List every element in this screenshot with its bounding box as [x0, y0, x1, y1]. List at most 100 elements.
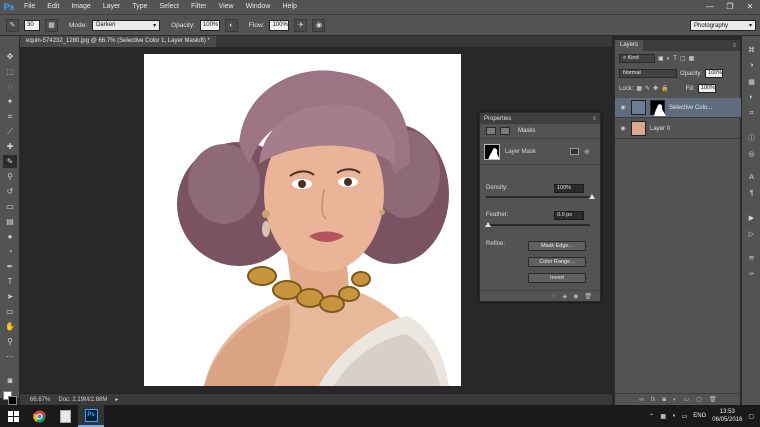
new-adjustment-icon[interactable]: ◐: [673, 397, 677, 403]
styles-panel-icon[interactable]: ⌗: [745, 108, 758, 119]
zoom-level[interactable]: 66.67%: [30, 397, 50, 403]
document-tab[interactable]: equin-574232_1280.jpg @ 66.7% (Selective…: [20, 36, 216, 47]
mask-edge-button[interactable]: Mask Edge...: [528, 241, 586, 251]
close-button[interactable]: ✕: [740, 0, 760, 14]
volume-icon[interactable]: ◖: [672, 413, 676, 419]
healing-tool-icon[interactable]: ✚: [3, 140, 17, 153]
chevron-up-icon[interactable]: ⌃: [649, 413, 654, 420]
lock-pixels-icon[interactable]: ✎: [645, 85, 650, 92]
layer-mask-thumbnail[interactable]: [484, 143, 500, 160]
language-indicator[interactable]: ENG: [693, 413, 706, 419]
panel-menu-icon[interactable]: ≡: [732, 43, 740, 49]
density-slider-thumb[interactable]: [588, 194, 595, 199]
shape-tool-icon[interactable]: ▭: [3, 305, 17, 318]
menu-view[interactable]: View: [213, 0, 240, 14]
opacity-pressure-icon[interactable]: ◐: [224, 18, 238, 32]
link-layers-icon[interactable]: ∞: [639, 397, 643, 403]
brush-size-field[interactable]: 30: [24, 19, 40, 31]
eraser-tool-icon[interactable]: ▭: [3, 200, 17, 213]
lasso-tool-icon[interactable]: ◌: [3, 80, 17, 93]
size-pressure-icon[interactable]: ◉: [312, 18, 326, 32]
document-canvas[interactable]: [144, 54, 461, 386]
brush-tool-icon[interactable]: ✎: [3, 155, 17, 168]
invert-button[interactable]: Invert: [528, 273, 586, 283]
filter-pixel-icon[interactable]: ▣: [658, 55, 664, 62]
paths-panel-icon[interactable]: ✑: [745, 268, 758, 279]
network-icon[interactable]: ▦: [660, 413, 666, 420]
paragraph-panel-icon[interactable]: ¶: [745, 188, 758, 199]
layers-tab[interactable]: Layers: [615, 40, 644, 51]
path-select-tool-icon[interactable]: ➤: [3, 290, 17, 303]
gradient-tool-icon[interactable]: ▤: [3, 215, 17, 228]
apply-mask-icon[interactable]: [570, 148, 579, 155]
menu-file[interactable]: File: [18, 0, 41, 14]
layer-style-icon[interactable]: fx: [651, 397, 656, 403]
battery-icon[interactable]: ▭: [682, 413, 688, 420]
menu-filter[interactable]: Filter: [185, 0, 213, 14]
feather-slider[interactable]: [484, 222, 590, 227]
type-tool-icon[interactable]: T: [3, 275, 17, 288]
mode-select[interactable]: Darken ▾: [92, 19, 161, 31]
crop-tool-icon[interactable]: ⌗: [3, 110, 17, 123]
vector-mask-add-icon[interactable]: ⊕: [584, 148, 594, 156]
move-tool-icon[interactable]: ✥: [3, 50, 17, 63]
delete-icon[interactable]: 🗑: [584, 293, 592, 300]
kind-filter-select[interactable]: ⌕ Kind: [619, 54, 655, 63]
menu-type[interactable]: Type: [126, 0, 153, 14]
properties-header[interactable]: Properties ≡: [480, 113, 600, 124]
new-group-icon[interactable]: ▭: [684, 396, 690, 403]
minimize-button[interactable]: —: [700, 0, 720, 14]
feather-slider-thumb[interactable]: [484, 222, 491, 227]
filter-adjustment-icon[interactable]: ◐: [667, 56, 671, 62]
brush-preset-icon[interactable]: ✎: [6, 18, 19, 32]
opacity-field[interactable]: 100%: [199, 19, 220, 31]
channels-panel-icon[interactable]: ≋: [745, 252, 758, 263]
menu-layer[interactable]: Layer: [97, 0, 127, 14]
info-panel-icon[interactable]: ⓘ: [745, 132, 758, 143]
workspace-select[interactable]: Photography ▾: [690, 20, 756, 31]
quick-select-tool-icon[interactable]: ✦: [3, 95, 17, 108]
clone-stamp-tool-icon[interactable]: ⚲: [3, 170, 17, 183]
lock-transparency-icon[interactable]: ▦: [636, 85, 642, 92]
menu-window[interactable]: Window: [240, 0, 277, 14]
pixel-mask-icon[interactable]: [486, 127, 496, 135]
hand-tool-icon[interactable]: ✋: [3, 320, 17, 333]
filter-type-icon[interactable]: T: [673, 56, 677, 62]
density-field[interactable]: 100%: [554, 184, 584, 193]
zoom-tool-icon[interactable]: ⚲: [3, 335, 17, 348]
properties-tab[interactable]: Properties: [484, 116, 511, 122]
visibility-eye-icon[interactable]: ◉: [619, 104, 627, 111]
eyedropper-tool-icon[interactable]: ⟋: [3, 125, 17, 138]
load-selection-icon[interactable]: ⁘: [551, 293, 556, 300]
brush-panel-icon[interactable]: ▦: [45, 18, 58, 32]
panel-menu-icon[interactable]: ≡: [592, 116, 600, 122]
filter-shape-icon[interactable]: ▢: [680, 55, 686, 62]
apply-mask-icon[interactable]: ◈: [563, 293, 568, 300]
swatches-panel-icon[interactable]: ▦: [745, 76, 758, 87]
visibility-eye-icon[interactable]: ◉: [619, 125, 627, 132]
menu-select[interactable]: Select: [154, 0, 185, 14]
fill-field[interactable]: 100%: [697, 84, 716, 93]
notifications-icon[interactable]: ▢: [748, 413, 754, 420]
actions-panel-icon[interactable]: ▶: [745, 212, 758, 223]
blend-mode-select[interactable]: Normal: [619, 69, 677, 78]
restore-button[interactable]: ❐: [720, 0, 740, 14]
layer-row-layer-0[interactable]: ◉ Layer 0: [615, 119, 741, 139]
history-brush-tool-icon[interactable]: ↺: [3, 185, 17, 198]
character-panel-icon[interactable]: A: [745, 172, 758, 183]
menu-help[interactable]: Help: [277, 0, 303, 14]
navigator-panel-icon[interactable]: ◎: [745, 148, 758, 159]
timeline-panel-icon[interactable]: ▷: [745, 228, 758, 239]
lock-all-icon[interactable]: 🔒: [661, 85, 668, 92]
color-range-button[interactable]: Color Range...: [528, 257, 586, 267]
layer-row-selective-color[interactable]: ◉ Selective Colo...: [615, 98, 741, 118]
new-layer-icon[interactable]: ▢: [696, 396, 702, 403]
photoshop-taskbar-button[interactable]: Ps: [78, 405, 104, 427]
adjustments-panel-icon[interactable]: ◐: [745, 92, 758, 103]
flow-field[interactable]: 100%: [269, 19, 290, 31]
blur-tool-icon[interactable]: ●: [3, 230, 17, 243]
layer-opacity-field[interactable]: 100%: [705, 69, 724, 78]
disable-mask-icon[interactable]: ◉: [573, 293, 578, 300]
color-panel-icon[interactable]: ◑: [745, 60, 758, 71]
lock-position-icon[interactable]: ✥: [653, 85, 658, 92]
